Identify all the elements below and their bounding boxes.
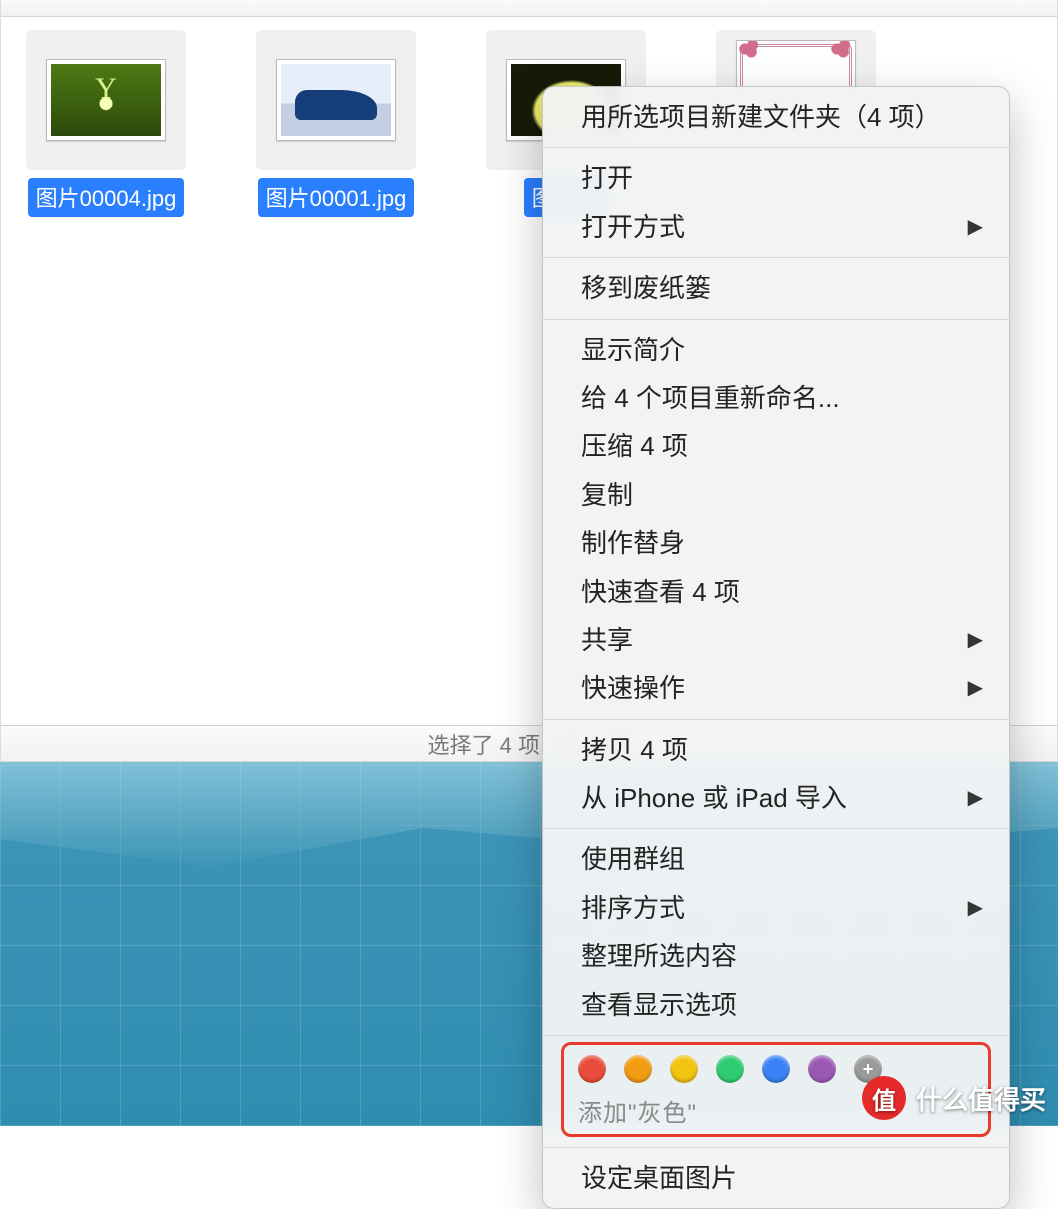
file-item[interactable]: 图片00004.jpg — [21, 30, 191, 217]
watermark-text: 什么值得买 — [916, 1080, 1046, 1117]
watermark-badge-icon: 值 — [862, 1076, 906, 1120]
tag-blue[interactable] — [762, 1055, 790, 1083]
tag-yellow[interactable] — [670, 1055, 698, 1083]
menu-use-groups[interactable]: 使用群组 — [543, 835, 1009, 883]
menu-quick-actions[interactable]: 快速操作▶ — [543, 664, 1009, 712]
thumbnail — [26, 30, 186, 170]
menu-separator — [543, 1147, 1009, 1148]
chevron-right-icon: ▶ — [968, 894, 983, 922]
menu-make-alias[interactable]: 制作替身 — [543, 519, 1009, 567]
context-menu: 用所选项目新建文件夹（4 项） 打开 打开方式▶ 移到废纸篓 显示简介 给 4 … — [542, 86, 1010, 1209]
chevron-right-icon: ▶ — [968, 674, 983, 702]
menu-share[interactable]: 共享▶ — [543, 616, 1009, 664]
menu-new-folder-with-selection[interactable]: 用所选项目新建文件夹（4 项） — [543, 93, 1009, 141]
menu-separator — [543, 257, 1009, 258]
menu-clean-up-selection[interactable]: 整理所选内容 — [543, 932, 1009, 980]
file-name-label[interactable]: 图片00004.jpg — [28, 178, 185, 217]
thumbnail — [256, 30, 416, 170]
chevron-right-icon: ▶ — [968, 626, 983, 654]
menu-sort-by[interactable]: 排序方式▶ — [543, 884, 1009, 932]
menu-compress[interactable]: 压缩 4 项 — [543, 422, 1009, 470]
menu-show-view-options[interactable]: 查看显示选项 — [543, 981, 1009, 1029]
menu-set-desktop-picture[interactable]: 设定桌面图片 — [543, 1154, 1009, 1202]
menu-open[interactable]: 打开 — [543, 154, 1009, 202]
menu-separator — [543, 828, 1009, 829]
menu-quick-look[interactable]: 快速查看 4 项 — [543, 568, 1009, 616]
chevron-right-icon: ▶ — [968, 784, 983, 812]
menu-separator — [543, 147, 1009, 148]
menu-move-to-trash[interactable]: 移到废纸篓 — [543, 264, 1009, 312]
menu-import-from-device[interactable]: 从 iPhone 或 iPad 导入▶ — [543, 774, 1009, 822]
file-name-label[interactable]: 图片00001.jpg — [258, 178, 415, 217]
menu-separator — [543, 319, 1009, 320]
menu-separator — [543, 1035, 1009, 1036]
tag-purple[interactable] — [808, 1055, 836, 1083]
file-item[interactable]: 图片00001.jpg — [251, 30, 421, 217]
chevron-right-icon: ▶ — [968, 213, 983, 241]
menu-separator — [543, 719, 1009, 720]
menu-rename[interactable]: 给 4 个项目重新命名... — [543, 374, 1009, 422]
menu-open-with[interactable]: 打开方式▶ — [543, 203, 1009, 251]
tag-green[interactable] — [716, 1055, 744, 1083]
tag-red[interactable] — [578, 1055, 606, 1083]
watermark: 值 什么值得买 — [862, 1076, 1046, 1120]
menu-duplicate[interactable]: 复制 — [543, 471, 1009, 519]
menu-copy[interactable]: 拷贝 4 项 — [543, 726, 1009, 774]
tag-orange[interactable] — [624, 1055, 652, 1083]
menu-get-info[interactable]: 显示简介 — [543, 326, 1009, 374]
